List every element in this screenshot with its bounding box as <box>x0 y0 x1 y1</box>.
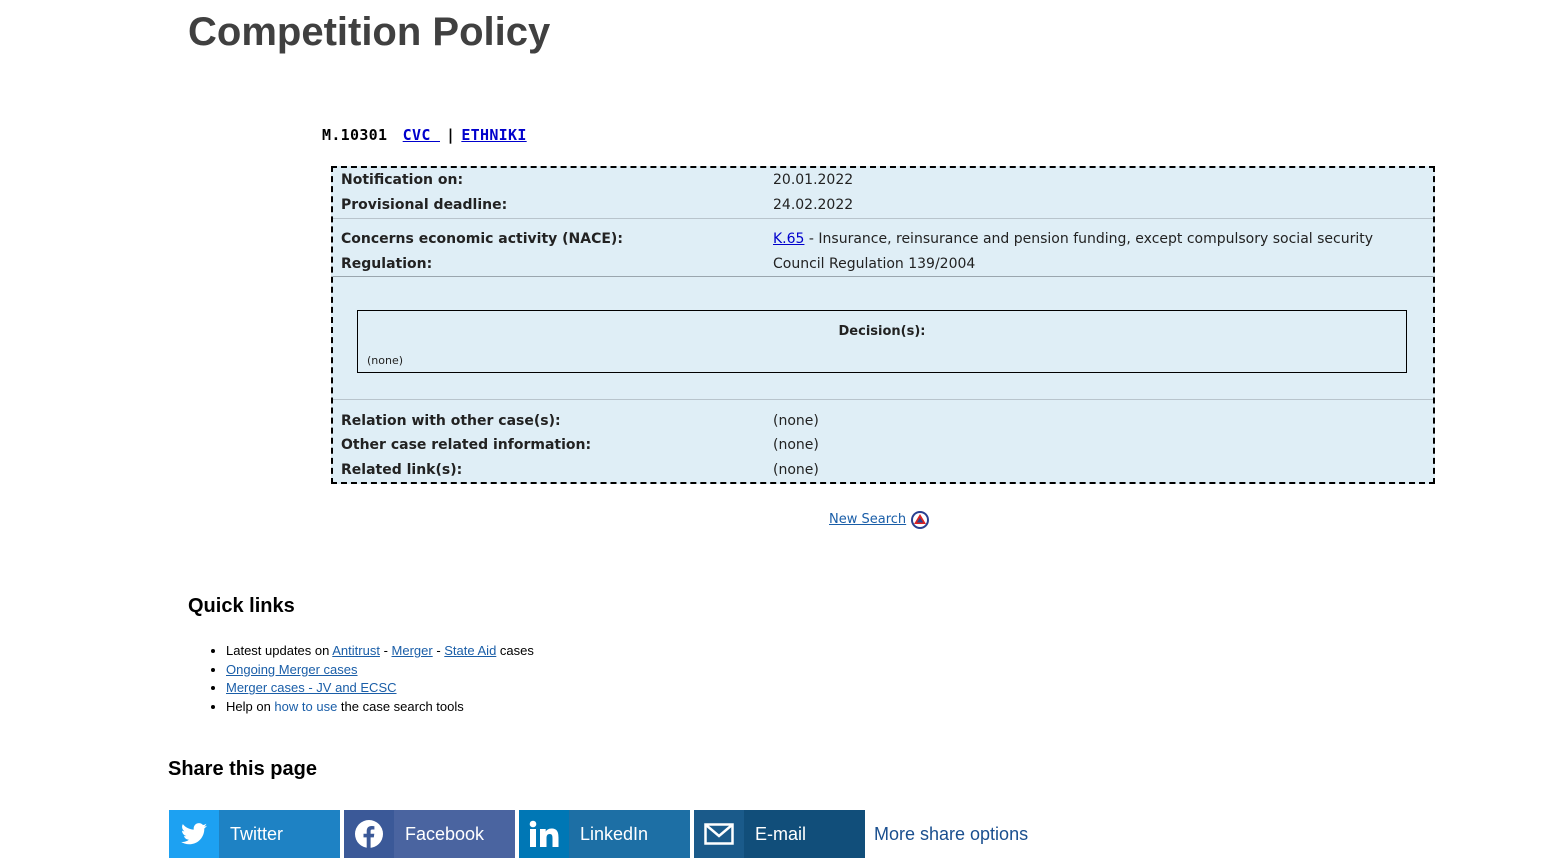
share-button-label: Twitter <box>230 823 284 844</box>
share-button-label: LinkedIn <box>580 823 649 844</box>
deadline-value: 24.02.2022 <box>773 197 854 213</box>
new-search: New Search <box>829 512 906 527</box>
state-aid-link[interactable]: State Aid <box>444 643 496 658</box>
divider <box>333 399 1433 400</box>
share-email-button[interactable]: E-mail <box>694 810 865 858</box>
party-link-ethniki[interactable]: ETHNIKI <box>461 126 526 144</box>
other-info-label: Other case related information: <box>341 437 592 453</box>
list-item-text: cases <box>496 643 534 658</box>
list-item: Latest updates on Antitrust - Merger - S… <box>226 642 534 661</box>
related-links-value: (none) <box>773 462 819 478</box>
list-item-text: the case search tools <box>337 699 464 715</box>
ongoing-merger-cases-link[interactable]: Ongoing Merger cases <box>226 662 358 677</box>
list-item-text: - <box>379 643 392 658</box>
merger-link[interactable]: Merger <box>392 643 433 658</box>
list-item-text: - <box>432 643 445 658</box>
quick-links-heading: Quick links <box>188 595 295 617</box>
nace-code-link[interactable]: K.65 <box>773 231 804 247</box>
merger-cases-jv-ecsc-link[interactable]: Merger cases - JV and ECSC <box>226 680 397 695</box>
divider <box>333 276 1433 277</box>
how-to-use-link[interactable]: how to use <box>274 699 337 714</box>
page-title: Competition Policy <box>188 10 551 54</box>
twitter-icon <box>169 810 219 858</box>
linkedin-icon <box>519 810 569 858</box>
related-links-label: Related link(s): <box>341 462 463 478</box>
relation-label: Relation with other case(s): <box>341 413 561 429</box>
share-linkedin-button[interactable]: LinkedIn <box>519 810 690 858</box>
nace-label: Concerns economic activity (NACE): <box>341 231 623 247</box>
list-item-text: Help on <box>226 699 275 715</box>
regulation-value: Council Regulation 139/2004 <box>773 256 976 272</box>
new-search-link[interactable]: New Search <box>829 512 906 527</box>
antitrust-link[interactable]: Antitrust <box>332 643 380 658</box>
share-heading: Share this page <box>168 758 317 780</box>
nace-description: - Insurance, reinsurance and pension fun… <box>804 231 1374 247</box>
email-icon <box>694 810 744 858</box>
share-facebook-button[interactable]: Facebook <box>344 810 515 858</box>
decisions-title: Decision(s): <box>838 324 926 339</box>
share-button-label: Facebook <box>405 823 485 844</box>
notification-label: Notification on: <box>341 172 464 188</box>
nace-value: K.65 - Insurance, reinsurance and pensio… <box>773 231 1373 247</box>
other-info-value: (none) <box>773 437 819 453</box>
regulation-label: Regulation: <box>341 256 433 272</box>
triangle-up-icon[interactable] <box>910 510 930 530</box>
facebook-icon <box>344 810 394 858</box>
party-separator: | <box>446 126 456 144</box>
case-details-panel: Notification on: 20.01.2022 Provisional … <box>331 166 1435 484</box>
decisions-value: (none) <box>367 354 404 367</box>
deadline-label: Provisional deadline: <box>341 197 508 213</box>
quick-links-list: Latest updates on Antitrust - Merger - S… <box>188 642 534 717</box>
divider <box>333 218 1433 219</box>
list-item: Help on how to use the case search tools <box>226 698 534 717</box>
relation-value: (none) <box>773 413 819 429</box>
party-link-cvc[interactable]: CVC <box>403 126 440 144</box>
more-share-options-link[interactable]: More share options <box>874 824 1028 845</box>
list-item-text: Latest updates on <box>226 643 333 658</box>
decisions-box: Decision(s): (none) <box>357 310 1407 373</box>
list-item: Merger cases - JV and ECSC <box>226 679 534 698</box>
list-item: Ongoing Merger cases <box>226 661 534 680</box>
share-twitter-button[interactable]: Twitter <box>169 810 340 858</box>
case-number: M.10301 <box>322 126 388 144</box>
share-button-label: E-mail <box>755 823 807 844</box>
case-header: M.10301 CVC | ETHNIKI <box>322 126 527 144</box>
notification-value: 20.01.2022 <box>773 172 854 188</box>
